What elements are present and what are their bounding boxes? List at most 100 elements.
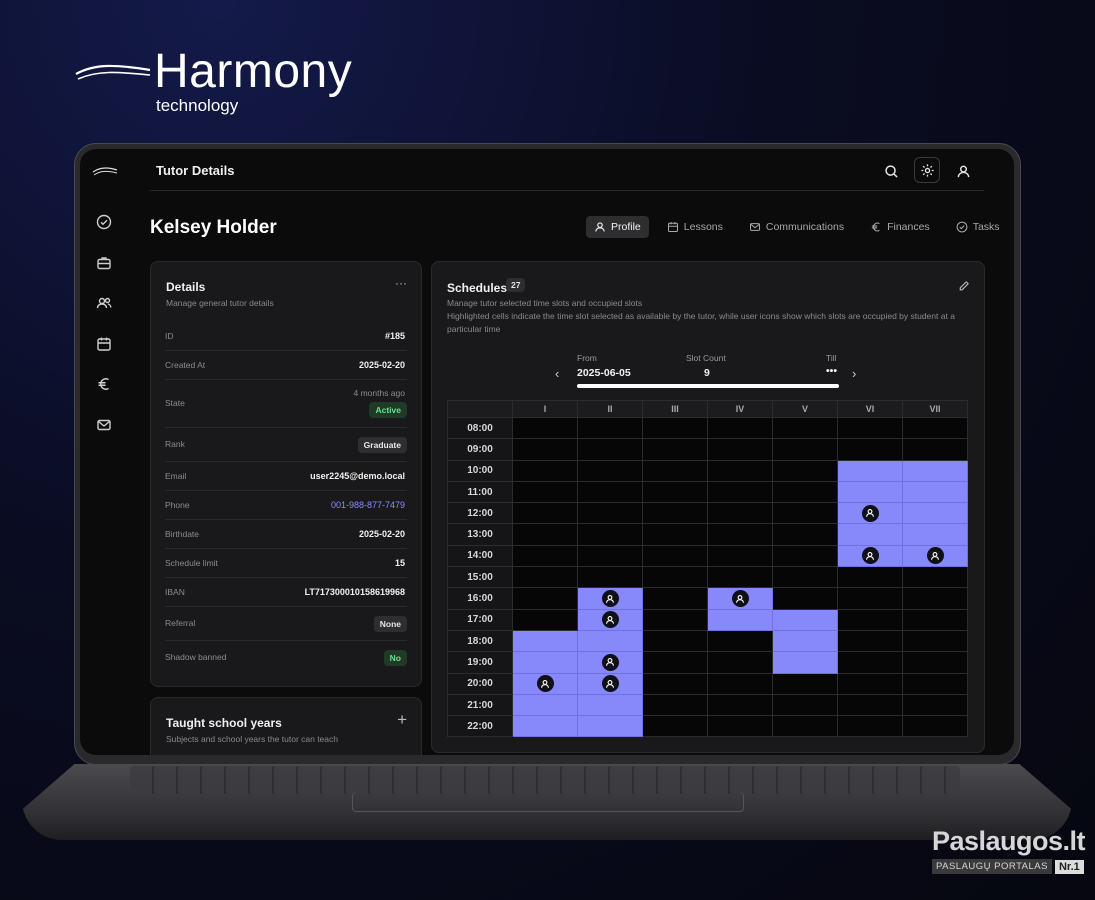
slot-empty[interactable] <box>772 566 838 589</box>
gear-icon[interactable] <box>914 157 940 183</box>
slot-selected[interactable] <box>577 629 643 653</box>
slot-empty[interactable] <box>837 672 903 695</box>
slot-empty[interactable] <box>512 502 578 525</box>
slot-empty[interactable] <box>512 416 578 440</box>
slot-selected[interactable] <box>902 502 968 525</box>
add-icon[interactable]: + <box>397 710 407 730</box>
slot-empty[interactable] <box>707 416 773 440</box>
student-avatar-icon[interactable] <box>926 547 944 565</box>
slot-empty[interactable] <box>642 544 708 568</box>
slot-empty[interactable] <box>642 587 708 610</box>
slot-empty[interactable] <box>642 566 708 589</box>
slot-empty[interactable] <box>837 715 903 738</box>
tab-lessons[interactable]: Lessons <box>659 216 731 238</box>
slot-empty[interactable] <box>772 693 838 717</box>
edit-icon[interactable] <box>958 279 970 291</box>
slot-selected[interactable] <box>577 715 643 738</box>
euro-icon[interactable] <box>96 376 112 392</box>
search-icon[interactable] <box>880 160 902 182</box>
slot-empty[interactable] <box>512 480 578 504</box>
slot-empty[interactable] <box>642 693 708 717</box>
slot-empty[interactable] <box>642 672 708 695</box>
slot-empty[interactable] <box>837 693 903 717</box>
slot-empty[interactable] <box>902 693 968 717</box>
wave-logo-icon[interactable] <box>92 165 118 177</box>
slot-empty[interactable] <box>642 416 708 440</box>
slot-empty[interactable] <box>772 502 838 525</box>
slot-empty[interactable] <box>837 608 903 631</box>
check-circle-icon[interactable] <box>96 214 112 230</box>
slot-selected[interactable] <box>772 629 838 653</box>
student-avatar-icon[interactable] <box>861 504 879 522</box>
slot-empty[interactable] <box>642 608 708 631</box>
slot-selected[interactable] <box>902 523 968 546</box>
slot-empty[interactable] <box>837 651 903 674</box>
slot-selected[interactable] <box>837 502 903 525</box>
slot-empty[interactable] <box>902 416 968 440</box>
slot-empty[interactable] <box>902 651 968 674</box>
slot-empty[interactable] <box>772 715 838 738</box>
slot-selected[interactable] <box>512 629 578 653</box>
slot-empty[interactable] <box>512 608 578 631</box>
slot-empty[interactable] <box>837 416 903 440</box>
slot-empty[interactable] <box>512 438 578 461</box>
slot-selected[interactable] <box>837 459 903 482</box>
slot-selected[interactable] <box>902 544 968 568</box>
tab-tasks[interactable]: Tasks <box>948 216 1008 238</box>
slot-empty[interactable] <box>707 672 773 695</box>
slot-empty[interactable] <box>642 715 708 738</box>
from-value[interactable]: 2025-06-05 <box>577 367 631 379</box>
slot-empty[interactable] <box>577 544 643 568</box>
student-avatar-icon[interactable] <box>601 611 619 629</box>
slot-empty[interactable] <box>707 651 773 674</box>
calendar-icon[interactable] <box>96 336 112 352</box>
slot-selected[interactable] <box>512 715 578 738</box>
mail-icon[interactable] <box>96 417 112 433</box>
student-avatar-icon[interactable] <box>601 653 619 671</box>
student-avatar-icon[interactable] <box>601 590 619 608</box>
till-value[interactable]: ••• <box>826 365 837 377</box>
slot-empty[interactable] <box>512 523 578 546</box>
slot-empty[interactable] <box>772 416 838 440</box>
slot-selected[interactable] <box>837 523 903 546</box>
slot-empty[interactable] <box>512 566 578 589</box>
slot-empty[interactable] <box>772 672 838 695</box>
user-icon[interactable] <box>952 160 974 182</box>
slot-empty[interactable] <box>707 629 773 653</box>
chevron-right-icon[interactable]: › <box>852 366 856 381</box>
slot-empty[interactable] <box>642 459 708 482</box>
slot-selected[interactable] <box>707 587 773 610</box>
slot-empty[interactable] <box>642 502 708 525</box>
slot-empty[interactable] <box>837 566 903 589</box>
student-avatar-icon[interactable] <box>601 675 619 693</box>
slot-empty[interactable] <box>707 715 773 738</box>
slot-selected[interactable] <box>772 651 838 674</box>
range-slider[interactable] <box>577 384 839 388</box>
student-avatar-icon[interactable] <box>536 675 554 693</box>
slot-empty[interactable] <box>642 523 708 546</box>
slot-empty[interactable] <box>512 587 578 610</box>
slot-empty[interactable] <box>772 587 838 610</box>
briefcase-icon[interactable] <box>96 255 112 271</box>
slot-empty[interactable] <box>577 566 643 589</box>
slot-selected[interactable] <box>577 672 643 695</box>
slot-selected[interactable] <box>837 480 903 504</box>
slot-selected[interactable] <box>512 651 578 674</box>
slot-empty[interactable] <box>577 459 643 482</box>
more-icon[interactable]: ··· <box>395 276 407 290</box>
slot-empty[interactable] <box>772 523 838 546</box>
slot-empty[interactable] <box>902 629 968 653</box>
slot-empty[interactable] <box>577 502 643 525</box>
slot-empty[interactable] <box>707 693 773 717</box>
tab-communications[interactable]: Communications <box>741 216 852 238</box>
slot-empty[interactable] <box>642 438 708 461</box>
slot-selected[interactable] <box>512 693 578 717</box>
slot-empty[interactable] <box>577 523 643 546</box>
slot-empty[interactable] <box>642 629 708 653</box>
slot-empty[interactable] <box>902 587 968 610</box>
slot-empty[interactable] <box>512 459 578 482</box>
slot-empty[interactable] <box>707 459 773 482</box>
slot-empty[interactable] <box>642 651 708 674</box>
slot-empty[interactable] <box>772 438 838 461</box>
slot-selected[interactable] <box>577 651 643 674</box>
